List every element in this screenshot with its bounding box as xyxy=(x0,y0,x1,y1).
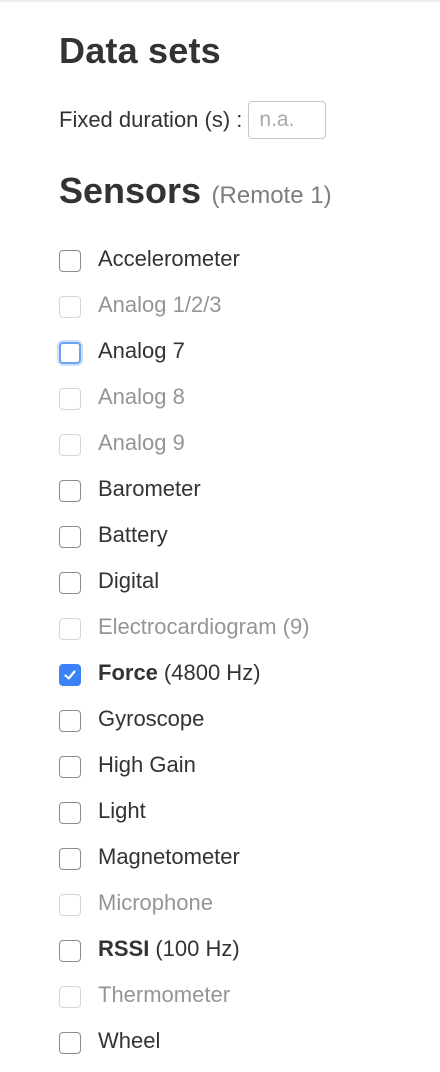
sensor-name: Analog 1/2/3 xyxy=(98,292,222,317)
sensor-item-analog-8: Analog 8 xyxy=(59,374,419,420)
sensor-checkbox[interactable] xyxy=(59,756,81,778)
sensor-name: Light xyxy=(98,798,146,823)
sensor-name: Magnetometer xyxy=(98,844,240,869)
sensor-label: Gyroscope xyxy=(98,706,204,732)
sensor-name: High Gain xyxy=(98,752,196,777)
sensor-name: Analog 9 xyxy=(98,430,185,455)
sensor-checkbox[interactable] xyxy=(59,1032,81,1054)
sensor-checkbox[interactable] xyxy=(59,802,81,824)
sensor-name: Analog 7 xyxy=(98,338,185,363)
sensor-item-light[interactable]: Light xyxy=(59,788,419,834)
sensor-checkbox[interactable] xyxy=(59,480,81,502)
sensor-item-high-gain[interactable]: High Gain xyxy=(59,742,419,788)
sensors-title: Sensors xyxy=(59,170,202,211)
sensor-name: Accelerometer xyxy=(98,246,240,271)
sensor-name: Wheel xyxy=(98,1028,161,1053)
sensor-item-accelerometer[interactable]: Accelerometer xyxy=(59,236,419,282)
sensor-label: RSSI (100 Hz) xyxy=(98,936,240,962)
sensor-item-thermometer: Thermometer xyxy=(59,972,419,1018)
sensor-checkbox[interactable] xyxy=(59,940,81,962)
sensor-item-battery[interactable]: Battery xyxy=(59,512,419,558)
sensor-item-microphone: Microphone xyxy=(59,880,419,926)
sensor-checkbox[interactable] xyxy=(59,250,81,272)
sensor-checkbox xyxy=(59,388,81,410)
sensor-checkbox[interactable] xyxy=(59,526,81,548)
sensor-label: High Gain xyxy=(98,752,196,778)
sensor-rate: (100 Hz) xyxy=(155,936,240,961)
sensor-list: Accelerometer Analog 1/2/3 Analog 7 Analog … xyxy=(59,236,419,1064)
sensor-label: Magnetometer xyxy=(98,844,240,870)
sensor-checkbox xyxy=(59,894,81,916)
sensor-name: Barometer xyxy=(98,476,201,501)
sensor-name: Force xyxy=(98,660,158,685)
sensor-label: Thermometer xyxy=(98,982,230,1008)
sensor-label: Force (4800 Hz) xyxy=(98,660,261,686)
sensor-name: Analog 8 xyxy=(98,384,185,409)
sensor-label: Analog 7 xyxy=(98,338,185,364)
sensors-remote-label: (Remote 1) xyxy=(211,182,332,209)
sensor-label: Accelerometer xyxy=(98,246,240,272)
sensor-item-rssi[interactable]: RSSI (100 Hz) xyxy=(59,926,419,972)
sensor-item-digital[interactable]: Digital xyxy=(59,558,419,604)
sensor-item-force[interactable]: Force (4800 Hz) xyxy=(59,650,419,696)
sensor-checkbox xyxy=(59,296,81,318)
sensor-item-magnetometer[interactable]: Magnetometer xyxy=(59,834,419,880)
sensor-label: Digital xyxy=(98,568,159,594)
sensor-name: Thermometer xyxy=(98,982,231,1007)
sensor-label: Analog 1/2/3 xyxy=(98,292,222,318)
sensor-label: Barometer xyxy=(98,476,201,502)
sensors-heading: Sensors (Remote 1) xyxy=(59,168,332,222)
sensor-label: Analog 8 xyxy=(98,384,185,410)
sensor-label: Analog 9 xyxy=(98,430,185,456)
sensor-rate: (4800 Hz) xyxy=(163,660,261,685)
sensor-checkbox[interactable] xyxy=(59,664,81,686)
sensor-item-analog-9: Analog 9 xyxy=(59,420,419,466)
sensor-item-electrocardiogram-9: Electrocardiogram (9) xyxy=(59,604,419,650)
sensor-label: Wheel xyxy=(98,1028,160,1054)
data-sets-heading: Data sets xyxy=(59,30,221,71)
sensor-checkbox[interactable] xyxy=(59,572,81,594)
fixed-duration-input[interactable] xyxy=(248,101,327,139)
sensor-item-analog-1-2-3: Analog 1/2/3 xyxy=(59,282,419,328)
sensor-name: Electrocardiogram (9) xyxy=(98,614,310,639)
sensor-item-barometer[interactable]: Barometer xyxy=(59,466,419,512)
sensor-item-gyroscope[interactable]: Gyroscope xyxy=(59,696,419,742)
sensor-checkbox xyxy=(59,986,81,1008)
sensor-checkbox[interactable] xyxy=(59,710,81,732)
sensor-label: Battery xyxy=(98,522,168,548)
sensor-name: Battery xyxy=(98,522,168,547)
sensor-checkbox[interactable] xyxy=(59,848,81,870)
fixed-duration-row: Fixed duration (s) : xyxy=(59,100,327,140)
sensor-checkbox xyxy=(59,618,81,640)
sensor-label: Light xyxy=(98,798,146,824)
sensor-checkbox xyxy=(59,434,81,456)
sensor-label: Microphone xyxy=(98,890,213,916)
sensor-item-wheel[interactable]: Wheel xyxy=(59,1018,419,1064)
top-divider xyxy=(0,0,440,2)
sensor-label: Electrocardiogram (9) xyxy=(98,614,310,640)
sensor-name: Digital xyxy=(98,568,160,593)
sensor-name: Gyroscope xyxy=(98,706,205,731)
sensor-name: RSSI xyxy=(98,936,150,961)
sensor-checkbox[interactable] xyxy=(59,342,81,364)
checkmark-icon xyxy=(64,670,76,680)
sensor-name: Microphone xyxy=(98,890,213,915)
sensor-item-analog-7[interactable]: Analog 7 xyxy=(59,328,419,374)
fixed-duration-label: Fixed duration (s) : xyxy=(59,107,243,132)
